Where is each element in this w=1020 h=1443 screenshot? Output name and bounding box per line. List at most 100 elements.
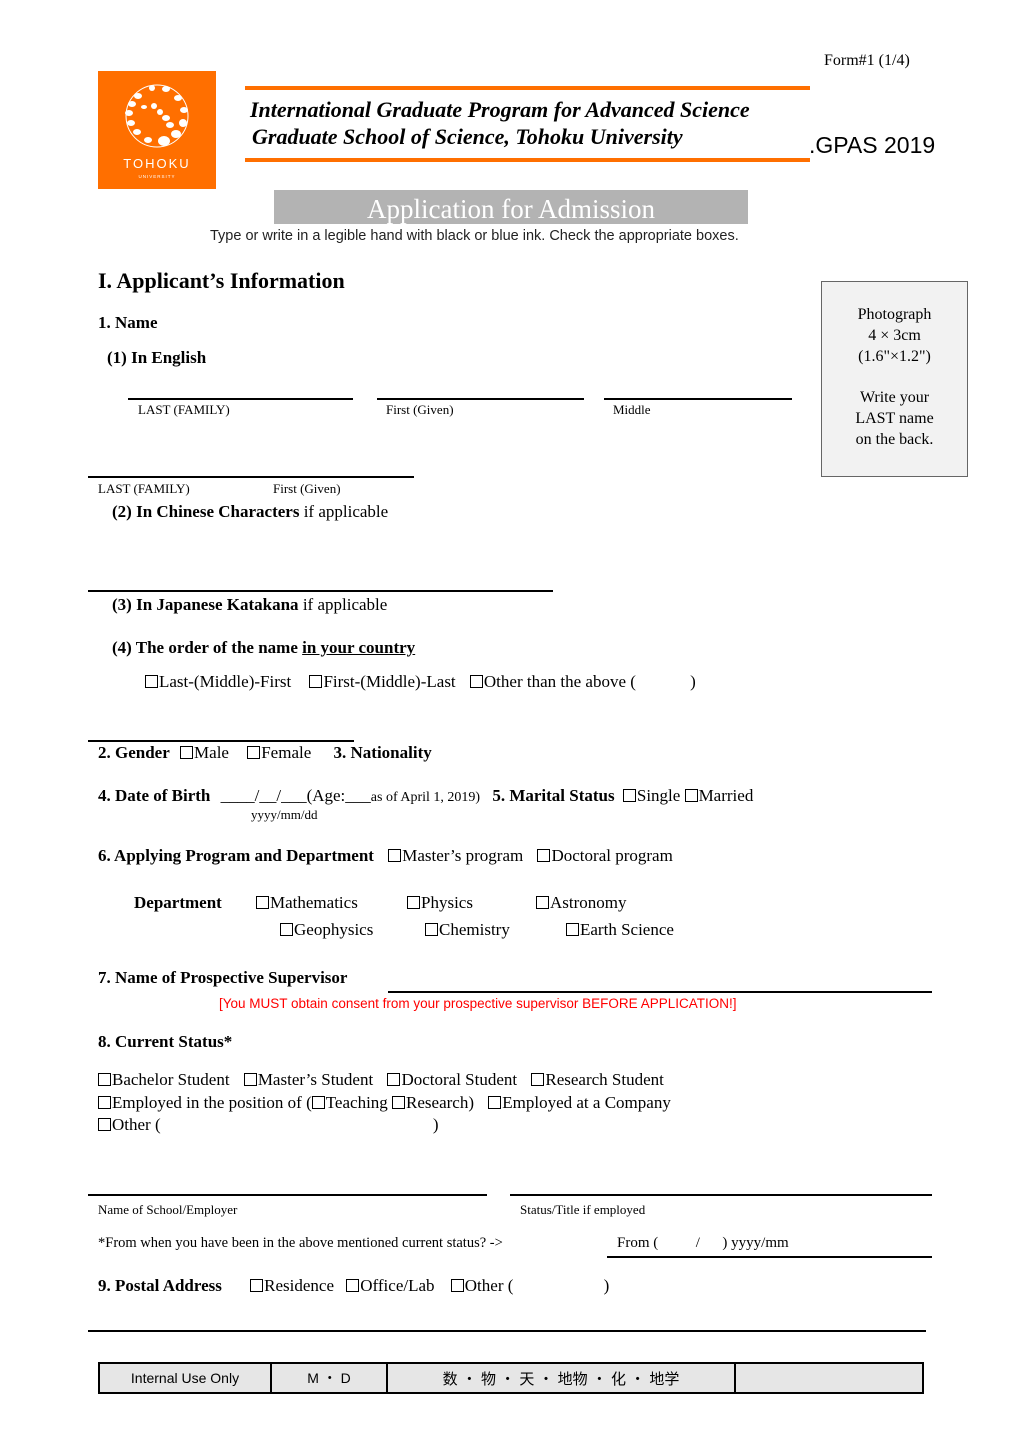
name-order-options: Last-(Middle)-First First-(Middle)-Last … [145,672,696,692]
checkbox[interactable] [450,1279,464,1292]
checkbox[interactable] [387,1073,401,1086]
dept-earth-science-option[interactable]: Earth Science [566,920,674,940]
gender-row: 2. Gender Male Female 3. Nationality [98,743,432,762]
status-employed-position-option[interactable]: Employed in the position of ( [98,1093,312,1112]
school-title: Graduate School of Science, Tohoku Unive… [252,124,683,149]
dept-geophysics-option[interactable]: Geophysics [280,920,373,940]
order-last-first-option[interactable]: Last-(Middle)-First [145,672,291,691]
photo-line: 4 × 3cm [868,327,921,344]
checkbox[interactable] [280,923,293,936]
checkbox[interactable] [346,1279,360,1292]
checkbox[interactable] [388,849,402,862]
checkbox[interactable] [622,789,636,802]
postal-office-option[interactable]: Office/Lab [346,1276,435,1295]
postal-other-option[interactable]: Other ( [450,1276,513,1295]
status-company-option[interactable]: Employed at a Company [488,1093,671,1112]
photo-line: Write your [859,389,930,406]
postal-row: 9. Postal Address Residence Office/Lab O… [98,1276,610,1295]
internal-department-cell: 数 ・ 物 ・ 天 ・ 地物 ・ 化 ・ 地学 [388,1364,736,1392]
internal-use-table: Internal Use Only M ・ D 数 ・ 物 ・ 天 ・ 地物 ・… [98,1362,924,1394]
dept-chemistry-option[interactable]: Chemistry [425,920,510,940]
status-teaching-option[interactable]: Teaching [311,1093,388,1112]
checkbox[interactable] [256,896,269,909]
last-name-label: LAST (FAMILY) [138,402,230,417]
internal-program-cell: M ・ D [272,1364,388,1392]
name-order-label: (4) The order of the name in your countr… [112,638,416,657]
dept-mathematics-option[interactable]: Mathematics [256,893,358,913]
first-name-label: First (Given) [386,402,454,417]
checkbox[interactable] [537,849,551,862]
katakana-name-field[interactable] [88,590,553,592]
chinese-name-field[interactable] [88,476,414,478]
checkbox[interactable] [247,746,261,759]
checkbox[interactable] [98,1118,111,1131]
program-doctoral-option[interactable]: Doctoral program [537,846,673,865]
checkbox[interactable] [250,1279,264,1292]
program-row: 6. Applying Program and Department Maste… [98,846,673,865]
gender-female-option[interactable]: Female [247,743,311,762]
photo-box[interactable]: Photograph 4 × 3cm (1.6"×1.2") Write you… [821,281,968,477]
status-research-student-option[interactable]: Research Student [531,1070,664,1089]
status-title-label: Status/Title if employed [520,1202,646,1217]
other-name-order-field[interactable] [88,740,354,742]
checkbox[interactable] [566,923,579,936]
supervisor-warning: [You MUST obtain consent from your prosp… [219,996,737,1011]
checkbox[interactable] [488,1096,502,1109]
gender-male-option[interactable]: Male [180,743,229,762]
dept-physics-option[interactable]: Physics [407,893,473,913]
status-row-2: Employed in the position of (Teaching Re… [98,1093,671,1113]
katakana-name-label: (3) In Japanese Katakana if applicable [112,595,388,614]
checkbox[interactable] [392,1096,406,1109]
checkbox[interactable] [531,1073,545,1086]
instructions: Type or write in a legible hand with bla… [210,228,739,244]
marital-married-option[interactable]: Married [684,786,753,805]
age-field[interactable]: ___ [345,786,371,805]
order-first-last-option[interactable]: First-(Middle)-Last [309,672,456,691]
status-since-field[interactable]: From ( / ) yyyy/mm [617,1235,789,1252]
dob-field[interactable]: ____/__/___ [221,786,307,805]
checkbox[interactable] [243,1073,257,1086]
status-title-field[interactable] [510,1194,932,1196]
form-title: Application for Admission [274,190,748,224]
postal-residence-option[interactable]: Residence [250,1276,334,1295]
chinese-last-label: LAST (FAMILY) [98,481,190,496]
program-code: .GPAS 2019 [809,132,936,158]
checkbox[interactable] [684,789,698,802]
program-title: International Graduate Program for Advan… [250,97,750,122]
marital-single-option[interactable]: Single [622,786,680,805]
checkbox[interactable] [98,1073,111,1086]
checkbox[interactable] [309,675,323,688]
status-other-option[interactable]: Other ( [98,1115,161,1134]
checkbox[interactable] [311,1096,325,1109]
name-heading: 1. Name [98,313,158,332]
middle-name-label: Middle [613,402,651,417]
order-other-option[interactable]: Other than the above ( [469,672,636,691]
school-employer-field[interactable] [88,1194,487,1196]
chinese-first-label: First (Given) [273,481,341,496]
status-master-option[interactable]: Master’s Student [243,1070,373,1089]
checkbox[interactable] [425,923,438,936]
checkbox[interactable] [469,675,483,688]
status-bachelor-option[interactable]: Bachelor Student [98,1070,230,1089]
checkbox[interactable] [145,675,158,688]
first-name-field[interactable] [377,398,584,400]
program-master-option[interactable]: Master’s program [388,846,523,865]
header-top-rule [245,86,810,90]
leaf-wreath-icon: TOHOKU UNIVERSITY [123,84,189,179]
dept-astronomy-option[interactable]: Astronomy [536,893,627,913]
checkbox[interactable] [98,1096,111,1109]
middle-name-field[interactable] [604,398,792,400]
chinese-name-label: (2) In Chinese Characters if applicable [112,502,389,521]
checkbox[interactable] [536,896,549,909]
photo-line: Photograph [857,306,932,323]
tohoku-logo: TOHOKU UNIVERSITY [98,71,216,189]
status-doctoral-option[interactable]: Doctoral Student [387,1070,517,1089]
photo-line: LAST name [855,410,934,427]
status-research-option[interactable]: Research) [392,1093,474,1112]
last-name-field[interactable] [128,398,353,400]
nationality-label: 3. Nationality [333,743,432,762]
postal-address-field[interactable] [88,1330,926,1332]
checkbox[interactable] [180,746,194,759]
checkbox[interactable] [407,896,420,909]
supervisor-field[interactable] [388,991,932,993]
